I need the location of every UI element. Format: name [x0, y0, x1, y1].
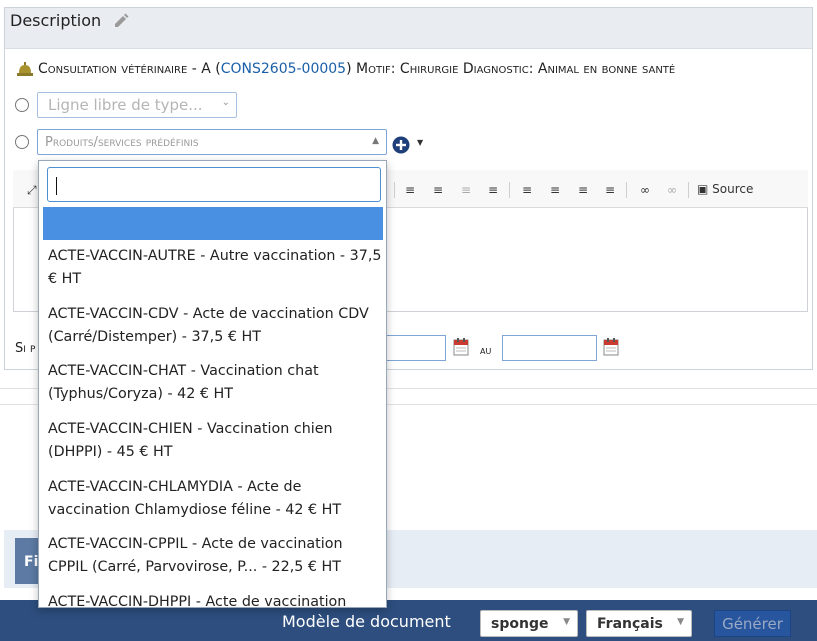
source-icon: ▣ [697, 182, 713, 196]
dropdown-option[interactable]: ACTE-VACCIN-CDV - Acte de vaccination CD… [48, 303, 383, 349]
align-left-icon[interactable]: ≡ [520, 183, 534, 197]
dropdown-option[interactable]: ACTE-VACCIN-CHAT - Vaccination chat (Typ… [48, 360, 383, 406]
date-range-label: Si p [15, 341, 36, 356]
dropdown-option[interactable]: ACTE-VACCIN-CPPIL - Acte de vaccination … [48, 533, 383, 579]
dropdown-option[interactable]: ACTE-VACCIN-DHPPI - Acte de vaccination [48, 591, 383, 607]
caret-down-icon: ▼ [677, 617, 684, 627]
indent-icon[interactable]: ≡ [486, 183, 500, 197]
consultation-header: Consultation vétérinaire - A (CONS2605-0… [38, 61, 675, 77]
document-model-value: sponge [491, 616, 549, 632]
consultation-ref-link[interactable]: CONS2605-00005 [221, 61, 346, 77]
free-line-type-select[interactable]: Ligne libre de type... ⌄ [37, 92, 237, 118]
calendar-icon[interactable] [453, 337, 469, 357]
predefined-product-placeholder: Produits/services prédéfinis [45, 135, 199, 150]
description-title: Description [10, 11, 102, 30]
text-cursor [56, 177, 57, 195]
chevron-down-icon: ⌄ [221, 97, 230, 108]
date-from-input[interactable] [383, 335, 446, 361]
free-line-placeholder: Ligne libre de type... [48, 96, 203, 114]
language-value: Français [597, 616, 663, 632]
source-button[interactable]: ▣ Source [697, 182, 753, 196]
dropdown-empty-option-highlighted[interactable] [43, 207, 383, 240]
product-dropdown: ACTE-VACCIN-AUTRE - Autre vaccination - … [38, 160, 387, 608]
toolbar-separator [509, 182, 510, 198]
predefined-product-select[interactable]: Produits/services prédéfinis ▲ [37, 129, 387, 155]
align-right-icon[interactable]: ≡ [576, 183, 590, 197]
document-model-select[interactable]: sponge ▼ [480, 610, 578, 637]
caret-up-icon: ▲ [372, 136, 379, 146]
caret-down-icon: ▼ [563, 617, 570, 627]
dropdown-option[interactable]: ACTE-VACCIN-AUTRE - Autre vaccination - … [48, 245, 383, 291]
caret-down-icon[interactable]: ▼ [417, 138, 423, 147]
document-model-label: Modèle de document [282, 612, 451, 631]
date-to-label: au [480, 344, 492, 357]
align-justify-icon[interactable]: ≡ [603, 183, 617, 197]
calendar-icon[interactable] [603, 337, 619, 357]
unlink-icon[interactable]: ∞ [664, 183, 680, 197]
link-icon[interactable]: ∞ [637, 183, 653, 197]
add-circle-icon[interactable] [392, 136, 410, 154]
dropdown-option[interactable]: ACTE-VACCIN-CHLAMYDIA - Acte de vaccinat… [48, 476, 383, 522]
toolbar-separator [688, 182, 689, 198]
files-tab-label: Fi [24, 554, 39, 570]
pencil-icon[interactable] [112, 11, 130, 29]
language-select[interactable]: Français ▼ [586, 610, 692, 637]
consultation-suffix: ) Motif: Chirurgie Diagnostic: Animal en… [346, 61, 676, 77]
consultation-prefix: Consultation vétérinaire - A ( [38, 61, 221, 77]
bulleted-list-icon[interactable]: ≡ [431, 183, 445, 197]
free-line-radio[interactable] [15, 98, 29, 112]
bell-icon [17, 62, 33, 76]
outdent-icon[interactable]: ≡ [459, 183, 473, 197]
dropdown-option[interactable]: ACTE-VACCIN-CHIEN - Vaccination chien (D… [48, 418, 383, 464]
toolbar-separator [626, 182, 627, 198]
date-to-input[interactable] [502, 335, 597, 361]
toolbar-separator [394, 182, 395, 198]
generate-button[interactable]: Générer [714, 610, 791, 637]
source-label: Source [712, 182, 754, 196]
dropdown-search-input[interactable] [47, 167, 381, 202]
maximize-icon[interactable]: ⤢ [27, 183, 37, 198]
align-center-icon[interactable]: ≡ [548, 183, 562, 197]
predefined-product-radio[interactable] [15, 135, 29, 149]
numbered-list-icon[interactable]: ≡ [403, 183, 417, 197]
